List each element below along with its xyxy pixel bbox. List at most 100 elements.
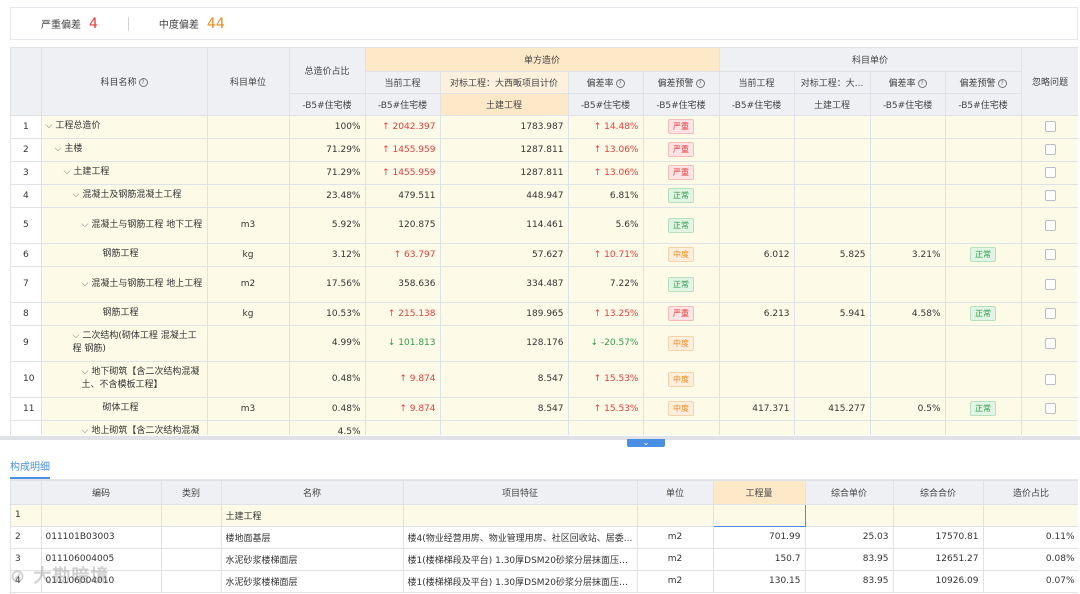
item-deviation-warning-header[interactable]: 偏差预警? <box>945 71 1022 94</box>
benchmark-project-header[interactable]: 对标工程：大西畈项目计价 <box>440 71 569 94</box>
detail-column-header[interactable]: 综合合价 <box>893 481 984 505</box>
help-icon[interactable]: ? <box>695 78 705 88</box>
table-row[interactable]: 2 011101B03003 楼地面基层 楼4(物业经营用房、物业管理用房、社区回收站… <box>11 526 1078 549</box>
table-row[interactable]: 2 ⌵ 主楼 71.29% ↑ 1455.959 1287.811 ↑ 13.06% 严重 <box>11 138 1078 162</box>
item-name-cell[interactable]: 钢筋工程 <box>41 302 208 326</box>
ignore-issue-checkbox[interactable] <box>1044 219 1056 231</box>
arrow-up-icon: ↑ <box>399 374 410 384</box>
item-benchmark-project-header[interactable]: 对标工程：大... <box>794 71 871 94</box>
table-row[interactable]: 1 土建工程 <box>11 503 1078 527</box>
item-name-header[interactable]: 科目名称? <box>41 48 208 116</box>
item-name-cell[interactable]: ⌵ 主楼 <box>41 138 208 162</box>
table-row[interactable]: 6 钢筋工程 kg 3.12% ↑ 63.797 57.627 ↑ 10.71% 中度 6.01… <box>11 243 1078 267</box>
expand-chevron-icon[interactable]: ⌵ <box>55 144 62 154</box>
detail-column-header[interactable] <box>11 481 42 505</box>
ignore-issue-checkbox[interactable] <box>1044 167 1056 178</box>
detail-column-header[interactable]: 名称 <box>221 481 404 505</box>
panel-splitter[interactable] <box>0 436 1080 440</box>
detail-column-header[interactable]: 造价占比 <box>983 481 1078 505</box>
table-row[interactable]: 1 ⌵ 工程总造价 100% ↑ 2042.397 1783.987 ↑ 14.48% 严重 <box>11 115 1078 139</box>
severe-deviation-summary[interactable]: 严重偏差 4 <box>11 8 128 39</box>
expand-chevron-icon[interactable]: ⌵ <box>82 367 89 377</box>
detail-column-header[interactable]: 类别 <box>161 481 222 505</box>
item-name-cell[interactable]: ⌵ 混凝土与钢筋工程 地上工程 <box>41 266 208 303</box>
row-index: 3 <box>11 161 42 185</box>
current-unit-price: 358.636 <box>365 266 441 303</box>
item-name-cell[interactable]: ⌵ 土建工程 <box>41 161 208 185</box>
ignore-issue-checkbox[interactable] <box>1044 373 1056 385</box>
table-row[interactable]: 7 ⌵ 混凝土与钢筋工程 地上工程 m2 17.56% 358.636 334.487 7.2… <box>11 266 1078 303</box>
ignore-issue-checkbox[interactable] <box>1044 190 1056 201</box>
table-row[interactable]: 4 011106004010 水泥砂浆楼梯面层 楼1(楼梯梯段及平台) 1.30厚DS… <box>11 570 1078 593</box>
quantity[interactable] <box>712 503 806 527</box>
quantity[interactable]: 150.7 <box>713 548 806 571</box>
item-name-cell[interactable]: ⌵ 混凝土与钢筋工程 地下工程 <box>41 207 208 244</box>
table-row[interactable]: 4 ⌵ 混凝土及钢筋混凝土工程 23.48% 479.511 448.947 6.81% 正常 <box>11 184 1078 208</box>
expand-chevron-icon[interactable]: ⌵ <box>82 220 89 230</box>
composition-detail-table[interactable]: 编码 类别 名称 项目特征 单位 工程量 综合单价 综合合价 造价占比 1 土建工程 2 011101… <box>10 480 1078 594</box>
moderate-deviation-summary[interactable]: 中度偏差 44 <box>129 8 255 39</box>
item-unit-header[interactable]: 科目单位 <box>207 48 290 116</box>
ignore-issue-checkbox[interactable] <box>1044 308 1056 319</box>
item-name-cell[interactable]: ⌵ 地下砌筑【含二次结构混凝土、不含模板工程】 <box>41 361 208 398</box>
composite-unit-price: 25.03 <box>805 526 894 549</box>
cost-ratio-header[interactable]: 总造价占比 <box>289 48 366 94</box>
detail-column-header[interactable]: 综合单价 <box>805 481 894 505</box>
item-name-cell[interactable]: ⌵ 地上砌筑【含二次结构混凝 <box>41 420 208 435</box>
item-deviation-warning: 正常 <box>945 397 1022 421</box>
deviation-warning-header[interactable]: 偏差预警? <box>643 71 720 94</box>
expand-chevron-icon[interactable]: ⌵ <box>46 121 53 131</box>
detail-column-header[interactable]: 项目特征 <box>403 481 638 505</box>
item-current-project-header[interactable]: 当前工程 <box>719 71 795 94</box>
quantity[interactable]: 130.15 <box>713 570 806 593</box>
deviation-warning: 中度 <box>643 397 720 421</box>
status-badge: 严重 <box>668 165 694 180</box>
item-deviation-rate <box>870 184 946 208</box>
help-icon[interactable]: ? <box>917 78 927 88</box>
help-icon[interactable]: ? <box>138 77 148 87</box>
item-unit <box>207 138 290 162</box>
quantity[interactable]: 701.99 <box>713 526 806 549</box>
expand-chevron-icon[interactable]: ⌵ <box>73 331 80 341</box>
ignore-issue-checkbox[interactable] <box>1044 144 1056 155</box>
expand-chevron-icon[interactable]: ⌵ <box>82 426 89 435</box>
table-row[interactable]: 3 ⌵ 土建工程 71.29% ↑ 1455.959 1287.811 ↑ 13.06% 严重 <box>11 161 1078 185</box>
help-icon[interactable]: ? <box>997 78 1007 88</box>
table-row[interactable]: 11 砌体工程 m3 0.48% ↑ 9.874 8.547 ↑ 15.53% 中度 417.3… <box>11 397 1078 421</box>
cost-comparison-table[interactable]: 科目名称? 科目单位 总造价占比 单方造价 科目单价 忽略问题 当前工程 对标工… <box>10 47 1078 435</box>
arrow-down-icon: ↓ <box>387 338 399 348</box>
collapse-chevron-icon[interactable]: ⌄ <box>627 439 665 447</box>
ignore-issue-checkbox[interactable] <box>1044 249 1056 260</box>
item-deviation-rate-header[interactable]: 偏差率? <box>870 71 946 94</box>
detail-column-header[interactable]: 编码 <box>41 481 162 505</box>
deviation-rate-header[interactable]: 偏差率? <box>568 71 644 94</box>
item-name-cell[interactable]: 钢筋工程 <box>41 243 208 267</box>
item-unit <box>207 325 290 362</box>
arrow-up-icon: ↑ <box>382 121 393 132</box>
ignore-issue-checkbox[interactable] <box>1044 337 1056 349</box>
help-icon[interactable]: ? <box>615 78 625 88</box>
detail-column-header[interactable]: 工程量 <box>713 481 806 505</box>
expand-chevron-icon[interactable]: ⌵ <box>64 167 71 177</box>
item-name-cell[interactable]: ⌵ 工程总造价 <box>41 115 208 139</box>
table-row[interactable]: 10 ⌵ 地下砌筑【含二次结构混凝土、不含模板工程】 0.48% ↑ 9.874 8.54… <box>11 361 1078 398</box>
row-index: 11 <box>11 397 42 421</box>
tab-composition-detail[interactable]: 构成明细 <box>10 458 50 479</box>
table-row[interactable]: 3 011106004005 水泥砂浆楼梯面层 楼1(楼梯梯段及平台) 1.30厚DS… <box>11 548 1078 571</box>
ignore-issue-checkbox[interactable] <box>1044 403 1056 414</box>
table-row[interactable]: 5 ⌵ 混凝土与钢筋工程 地下工程 m3 5.92% 120.875 114.461 5.6%… <box>11 207 1078 244</box>
table-row[interactable]: ⌵ 地上砌筑【含二次结构混凝 4.5% <box>11 420 1078 435</box>
item-name-cell[interactable]: ⌵ 混凝土及钢筋混凝土工程 <box>41 184 208 208</box>
expand-chevron-icon[interactable]: ⌵ <box>73 190 80 200</box>
deviation-rate: ↓ -20.57% <box>568 325 644 362</box>
expand-chevron-icon[interactable]: ⌵ <box>82 279 89 289</box>
detail-column-header[interactable]: 单位 <box>637 481 714 505</box>
current-project-header[interactable]: 当前工程 <box>365 71 441 94</box>
ignore-issue-checkbox[interactable] <box>1044 121 1056 132</box>
table-row[interactable]: 9 ⌵ 二次结构(砌体工程 混凝土工程 钢筋) 4.99% ↓ 101.813 128.1… <box>11 325 1078 362</box>
cost-ratio: 0.48% <box>289 397 366 421</box>
table-row[interactable]: 8 钢筋工程 kg 10.53% ↑ 215.138 189.965 ↑ 13.25% 严重 6… <box>11 302 1078 326</box>
item-name-cell[interactable]: ⌵ 二次结构(砌体工程 混凝土工程 钢筋) <box>41 325 208 362</box>
item-name-cell[interactable]: 砌体工程 <box>41 397 208 421</box>
ignore-issue-checkbox[interactable] <box>1044 278 1056 290</box>
